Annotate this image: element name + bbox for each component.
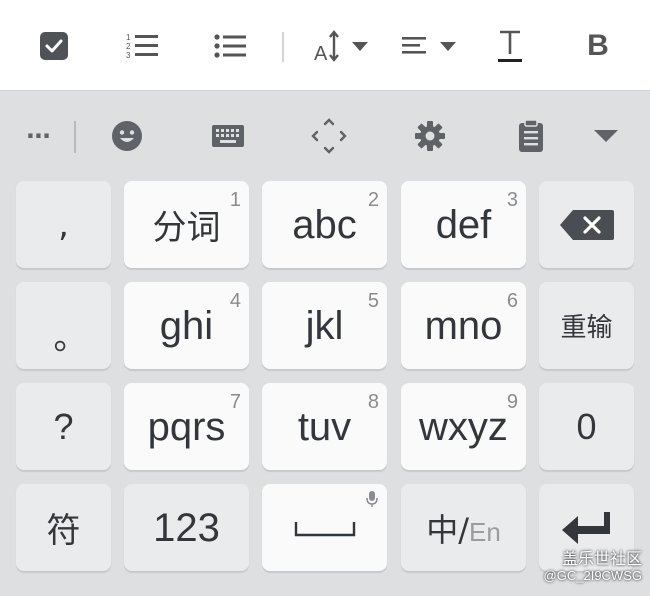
clipboard-icon[interactable] — [511, 115, 551, 157]
retype-key[interactable]: 重输 — [539, 282, 634, 369]
key-3-def[interactable]: def 3 — [401, 181, 526, 268]
symbols-label: 符 — [46, 511, 81, 551]
key-label: pqrs — [147, 404, 226, 449]
space-key[interactable] — [262, 484, 387, 571]
svg-text:1: 1 — [126, 33, 131, 42]
question-mark-key[interactable]: ? — [16, 383, 111, 470]
checkbox-icon[interactable] — [36, 28, 72, 64]
key-number: 9 — [506, 391, 518, 413]
key-number: 1 — [229, 189, 241, 211]
key-number: 4 — [229, 290, 241, 312]
comma-label: , — [58, 204, 69, 245]
key-7-pqrs[interactable]: pqrs 7 — [124, 383, 249, 470]
key-number: 6 — [506, 290, 518, 312]
zero-label: 0 — [576, 405, 597, 447]
key-number: 7 — [229, 391, 241, 413]
key-label: tuv — [297, 404, 352, 449]
settings-icon[interactable] — [410, 115, 450, 157]
key-label: 分词 — [152, 208, 221, 248]
svg-text:A: A — [314, 43, 328, 63]
bold-icon[interactable]: B — [580, 28, 616, 64]
microphone-icon — [366, 491, 378, 507]
key-label: jkl — [305, 303, 344, 348]
key-8-tuv[interactable]: tuv 8 — [262, 383, 387, 470]
language-switch-key[interactable]: 中/En — [401, 484, 526, 571]
watermark-site-name: 盖乐世社区 — [561, 549, 642, 568]
period-label: 。 — [53, 318, 88, 358]
key-number: 3 — [506, 189, 518, 211]
numbers-label: 123 — [153, 505, 220, 550]
comma-key[interactable]: , — [16, 181, 111, 268]
symbols-key[interactable]: 符 — [16, 484, 111, 571]
key-number: 2 — [367, 189, 379, 211]
key-number: 8 — [367, 391, 379, 413]
language-en-label: En — [468, 517, 501, 547]
numbered-list-icon[interactable]: 1 2 3 — [124, 28, 160, 64]
toolbar-divider — [282, 32, 284, 62]
key-label: wxyz — [419, 404, 508, 449]
period-key[interactable]: 。 — [16, 282, 111, 369]
key-4-ghi[interactable]: ghi 4 — [124, 282, 249, 369]
key-label: mno — [424, 303, 503, 348]
key-9-wxyz[interactable]: wxyz 9 — [401, 383, 526, 470]
emoji-icon[interactable] — [107, 115, 147, 157]
key-6-mno[interactable]: mno 6 — [401, 282, 526, 369]
svg-text:3: 3 — [126, 51, 131, 60]
more-button[interactable]: ··· — [18, 115, 58, 157]
question-mark-label: ? — [53, 405, 74, 447]
svg-text:2: 2 — [126, 42, 131, 51]
language-zh-label: 中/ — [426, 510, 469, 549]
key-label: ghi — [159, 303, 214, 348]
toolbar-divider — [74, 121, 76, 153]
key-5-jkl[interactable]: jkl 5 — [262, 282, 387, 369]
key-number: 5 — [367, 290, 379, 312]
key-2-abc[interactable]: abc 2 — [262, 181, 387, 268]
enter-icon — [561, 511, 610, 544]
text-align-icon[interactable] — [400, 28, 458, 64]
retype-label: 重输 — [560, 313, 613, 343]
backspace-key[interactable] — [539, 181, 634, 268]
keyboard-icon[interactable] — [208, 115, 248, 157]
collapse-icon[interactable] — [586, 115, 626, 157]
backspace-icon — [559, 209, 614, 240]
numbers-key[interactable]: 123 — [124, 484, 249, 571]
space-bar-icon — [294, 521, 355, 536]
key-label: def — [435, 202, 492, 247]
zero-key[interactable]: 0 — [539, 383, 634, 470]
bulleted-list-icon[interactable] — [212, 28, 248, 64]
key-1-segment[interactable]: 分词 1 — [124, 181, 249, 268]
watermark-username: @GC_2I9CWSG — [543, 568, 642, 583]
key-label: abc — [292, 202, 357, 247]
text-color-icon[interactable] — [494, 28, 526, 64]
text-size-icon[interactable]: A — [312, 28, 370, 64]
move-cursor-icon[interactable] — [309, 115, 349, 157]
formatting-toolbar: 1 2 3 A B — [0, 0, 650, 91]
